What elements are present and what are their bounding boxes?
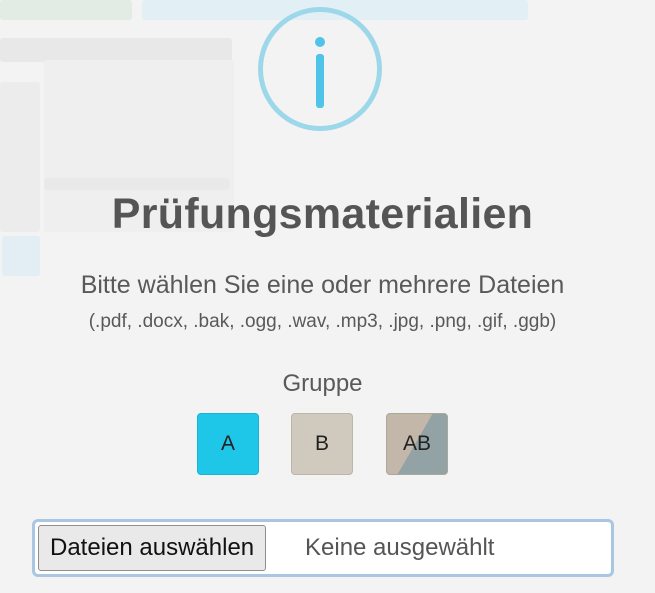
group-ab-button[interactable]: AB (386, 413, 448, 475)
info-icon (258, 7, 382, 131)
info-icon-dot (315, 37, 325, 47)
file-input[interactable]: Dateien auswählen Keine ausgewählt (32, 519, 614, 577)
group-label: Gruppe (282, 370, 363, 397)
dialog-title: Prüfungsmaterialien (111, 190, 534, 238)
info-icon-stem (316, 54, 324, 108)
dialog-subtitle: Bitte wählen Sie eine oder mehrere Datei… (80, 271, 565, 299)
file-status-text: Keine ausgewählt (305, 534, 495, 561)
group-a-button[interactable]: A (197, 413, 259, 475)
group-b-button[interactable]: B (291, 413, 353, 475)
upload-dialog: Prüfungsmaterialien Bitte wählen Sie ein… (0, 0, 655, 593)
choose-files-button[interactable]: Dateien auswählen (38, 525, 267, 571)
allowed-extensions: (.pdf, .docx, .bak, .ogg, .wav, .mp3, .j… (88, 311, 557, 332)
